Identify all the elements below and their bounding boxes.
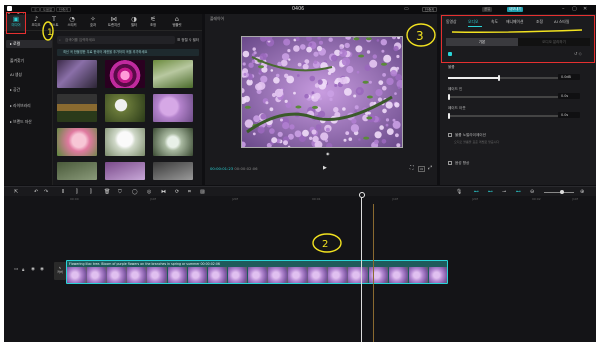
annotation-underline	[451, 29, 583, 33]
annotation-number-2: 2	[322, 239, 328, 250]
capcut-window: CapCut Ⓒ 도움말 단축키 0406 ▭ 단축키 공유 내보내기 – ▢ …	[4, 5, 596, 342]
annotation-number-3: 3	[416, 29, 424, 43]
annotation-marks: 1 3 2	[42, 21, 583, 253]
annotation-number-1: 1	[47, 28, 53, 38]
